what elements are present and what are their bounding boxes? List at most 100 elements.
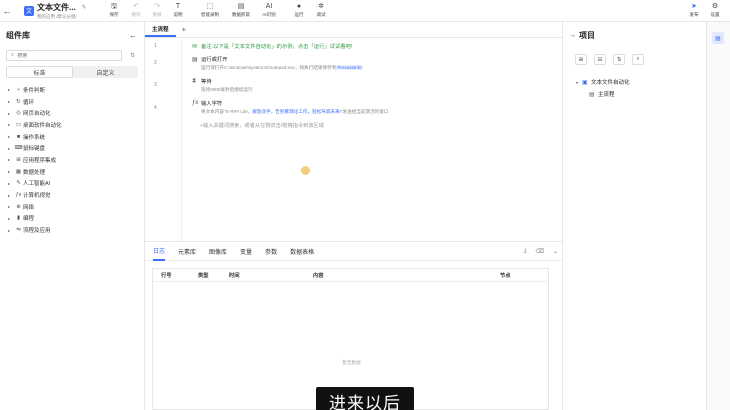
search-icon: ⌕ (11, 52, 15, 58)
debug-icon: ✲ (318, 3, 324, 10)
tree-item-programming[interactable]: ▸ ▮ 编程 (0, 213, 144, 225)
tree-item-web-automation[interactable]: ▸ ◎ 网页自动化 (0, 107, 144, 119)
debug-button[interactable]: ✲ 调试 (309, 2, 333, 18)
tab-main-flow[interactable]: 主流程 (145, 22, 176, 37)
flow-file-icon: ▤ (589, 91, 595, 98)
col-time: 时间 (229, 273, 240, 279)
flow-tabs: 主流程 + (145, 22, 562, 38)
new-flow-icon[interactable]: ⊟ (594, 54, 606, 65)
hourglass-icon: ⧗ (192, 77, 197, 84)
text-icon: T (175, 3, 181, 10)
step-input-text[interactable]: ƒx 输入字符 将文本内容"K-RPA Lite，解放双手，告别繁琐化工作，轻松驾… (192, 99, 388, 115)
run-open-icon: ▤ (192, 56, 198, 63)
project-tree: ▾ ▣ 文本文件自动化 ▤ 主流程 (563, 76, 706, 100)
app-breadcrumb: 我的应用 /默认分组/ (37, 13, 77, 19)
run-button[interactable]: ● 运行 (287, 2, 311, 18)
gear-icon: ⚙ (711, 3, 719, 10)
record-icon: ⬚ (206, 3, 214, 10)
back-arrow-icon[interactable]: ← (0, 6, 14, 16)
tab-image-library[interactable]: 图像库 (209, 242, 227, 261)
step-run-or-open[interactable]: ▤ 运行或打开 运行或打开C:\windows\system32\notepad.… (192, 55, 363, 71)
save-icon: 🖫 (111, 3, 117, 10)
tab-parameters[interactable]: 参数 (265, 242, 277, 261)
tab-variables[interactable]: 变量 (240, 242, 252, 261)
description-button[interactable]: T 说明 (166, 2, 190, 18)
line-number: 1 (154, 43, 157, 49)
title-block: 文本文件... ✎ 我的应用 /默认分组/ (37, 2, 97, 20)
tab-data-table[interactable]: 数据表格 (290, 242, 314, 261)
tab-log[interactable]: 日志 (153, 242, 166, 261)
tree-item-mouse-keyboard[interactable]: ▸ ⌨ 鼠标键盘 (0, 142, 144, 154)
tree-item-flow-app[interactable]: ▸ ⇋ 流程及应用 (0, 224, 144, 236)
add-tab-icon[interactable]: + (182, 22, 187, 37)
col-content: 内容 (313, 273, 324, 279)
ai-recognize-button[interactable]: AI AI识别 (257, 2, 281, 18)
tree-item-computer-vision[interactable]: ▸ ƒx 计算机视觉 (0, 189, 144, 201)
add-command-hint[interactable]: +输入关键词搜索，或者从左侧双击/拖拽指令到该区域 (200, 122, 324, 129)
settings-button[interactable]: ⚙ 设置 (703, 2, 727, 18)
line-number: 2 (154, 60, 157, 66)
project-toolbar: ⊞ ⊟ ⇅ ⌕ (575, 54, 706, 65)
library-tabs: 标准 自定义 (6, 66, 138, 78)
function-icon: ƒx (15, 192, 22, 199)
tree-item-data-processing[interactable]: ▸ ▦ 数据处理 (0, 166, 144, 178)
line-number: 4 (154, 105, 157, 111)
bottom-panel: 日志 元素库 图像库 变量 参数 数据表格 ⤓ ⌫ ⌄ 行号 类型 时间 内容 … (145, 241, 562, 410)
tree-item-condition[interactable]: ▸ ⑂ 条件判断 (0, 84, 144, 96)
step-wait[interactable]: ⧗ 等待 等待2000毫秒后继续运行 (192, 77, 253, 93)
col-node: 节点 (500, 273, 511, 279)
ai-icon: AI (265, 3, 273, 10)
tree-item-ai[interactable]: ▸ ✎ 人工智能AI (0, 178, 144, 190)
globe-icon: ⊕ (16, 203, 21, 210)
collapse-arrow-icon[interactable]: ← (129, 31, 137, 40)
capture-icon: ▤ (237, 3, 245, 10)
data-capture-button[interactable]: ▤ 数据抓取 (229, 2, 253, 18)
project-panel: → 项目 ⊞ ⊟ ⇅ ⌕ ▾ ▣ 文本文件自动化 ▤ 主流程 (562, 22, 706, 410)
sort-icon[interactable]: ⇅ (613, 54, 625, 65)
component-search[interactable]: ⌕ (6, 50, 122, 61)
col-line-number: 行号 (161, 273, 172, 279)
keyboard-icon: ⌨ (14, 145, 23, 152)
line-number: 3 (154, 82, 157, 88)
grid-icon: ⊞ (16, 156, 21, 163)
panel-title: 组件库 (6, 31, 30, 40)
search-input[interactable] (17, 52, 108, 59)
component-library-panel: 组件库 ← ⌕ ⇅ 标准 自定义 ▸⑂条件判断 ▸↻循环 ▸◎网页自动化 ▸▭桌… (0, 22, 145, 410)
os-icon: ■ (16, 133, 21, 140)
header-toolbar: ← 文 文本文件... ✎ 我的应用 /默认分组/ 🖫 保存 ↶ 撤销 ↷ 重做 T说… (0, 0, 730, 22)
clear-icon[interactable]: ⌫ (535, 248, 543, 255)
pen-icon: ✎ (16, 180, 21, 187)
project-root[interactable]: ▾ ▣ 文本文件自动化 (563, 76, 706, 88)
expand-arrow-icon[interactable]: → (569, 32, 576, 39)
run-icon: ● (296, 3, 302, 10)
project-main-flow[interactable]: ▤ 主流程 (563, 88, 706, 100)
new-folder-icon[interactable]: ⊞ (575, 54, 587, 65)
code-icon: ▮ (16, 215, 21, 222)
tree-item-desktop-automation[interactable]: ▸ ▭ 桌面软件自动化 (0, 119, 144, 131)
loop-icon: ↻ (16, 98, 21, 105)
smart-record-button[interactable]: ⬚ 智能录制 (198, 2, 222, 18)
globe-target-icon: ◎ (16, 110, 21, 117)
tree-item-loop[interactable]: ▸ ↻ 循环 (0, 96, 144, 108)
subtitle-caption: 进来以后 (316, 387, 414, 410)
document-icon[interactable]: ▤ (712, 32, 724, 44)
sort-icon[interactable]: ⇅ (130, 52, 138, 59)
right-sidebar: ▤ (706, 22, 730, 410)
search-icon[interactable]: ⌕ (632, 54, 644, 65)
edit-icon[interactable]: ✎ (82, 4, 87, 11)
comment-step[interactable]: ✉ 备注:以下是「文本文件自动化」的示例，点击「运行」试试看吧! (192, 42, 352, 51)
tab-custom[interactable]: 自定义 (73, 66, 138, 78)
tree-item-os[interactable]: ▸ ■ 操作系统 (0, 131, 144, 143)
variable-tag[interactable]: ProcessInfo (336, 65, 363, 70)
flow-icon: ⇋ (16, 227, 21, 234)
branch-icon: ⑂ (16, 86, 21, 93)
chevron-down-icon[interactable]: ⌄ (553, 248, 558, 255)
tab-element-library[interactable]: 元素库 (178, 242, 196, 261)
save-button[interactable]: 🖫 保存 (102, 2, 126, 18)
download-icon[interactable]: ⤓ (524, 248, 527, 255)
tree-item-app-integration[interactable]: ▸ ⊞ 应用程序集成 (0, 154, 144, 166)
tab-standard[interactable]: 标准 (6, 66, 73, 78)
mouse-cursor-indicator (301, 166, 310, 175)
tree-item-network[interactable]: ▸ ⊕ 网络 (0, 201, 144, 213)
flow-canvas[interactable]: 1 2 3 4 ✉ 备注:以下是「文本文件自动化」的示例，点击「运行」试试看吧!… (145, 38, 562, 241)
